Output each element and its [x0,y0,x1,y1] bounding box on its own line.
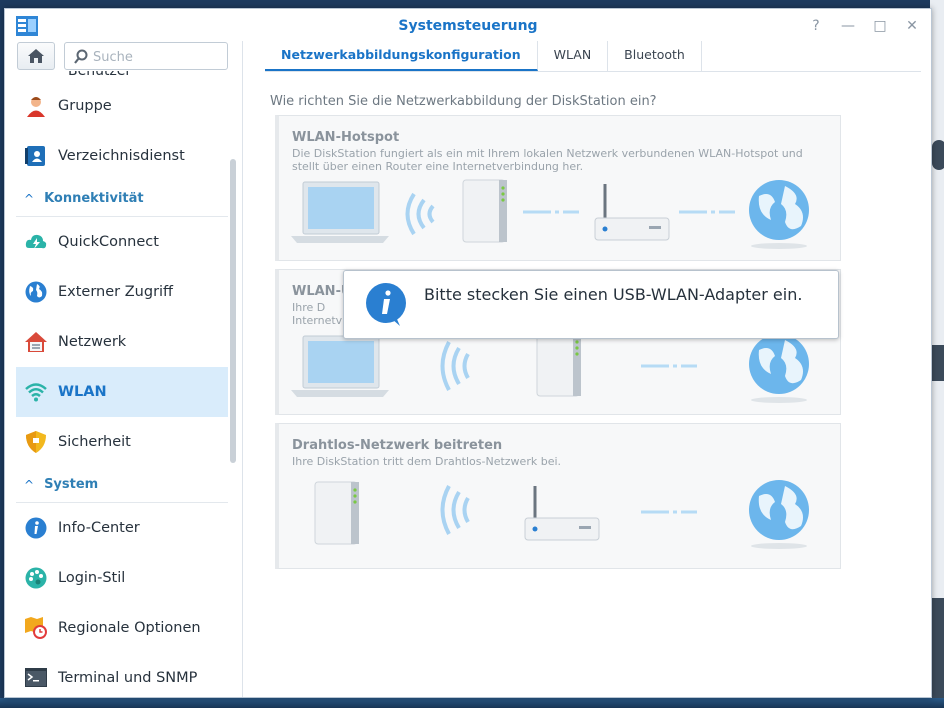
taskbar [0,698,944,708]
laptop-illustration [291,335,389,397]
sidebar-item-label: Regionale Optionen [58,620,201,636]
diskstation-illustration [536,333,581,397]
sidebar-item-directory[interactable]: Verzeichnisdienst [16,131,228,181]
option-card-join-wireless[interactable]: Drahtlos-Netzwerk beitreten Ihre DiskSta… [275,423,841,569]
sidebar-item-terminal-snmp[interactable]: Terminal und SNMP [16,653,228,697]
sidebar-item-info-center[interactable]: Info-Center [16,503,228,553]
section-header-connectivity[interactable]: ^ Konnektivität [16,181,228,217]
sidebar-item-label: Netzwerk [58,334,127,350]
sidebar-item-regional-options[interactable]: Regionale Optionen [16,603,228,653]
card-title: Drahtlos-Netzwerk beitreten [292,438,503,453]
search-icon [74,49,88,64]
sidebar-item-label: Info-Center [58,520,140,536]
sidebar-item-user-partial[interactable]: Benutzer [16,71,228,81]
sidebar-item-network[interactable]: Netzwerk [16,317,228,367]
sidebar-item-security[interactable]: Sicherheit [16,417,228,467]
wifi-waves [440,485,470,535]
sidebar-item-label: Login-Stil [58,570,126,586]
sidebar-item-label: WLAN [58,384,107,400]
globe-icon [24,280,48,304]
sidebar-item-quickconnect[interactable]: QuickConnect [16,217,228,267]
directory-icon [24,144,48,168]
search-input[interactable] [93,47,221,67]
sidebar-item-label: Verzeichnisdienst [58,148,185,164]
sidebar-item-group[interactable]: Gruppe [16,81,228,131]
minimize-button[interactable]: — [837,15,859,37]
tooltip-text: Bitte stecken Sie einen USB-WLAN-Adapter… [424,285,803,304]
usb-adapter-tooltip: Bitte stecken Sie einen USB-WLAN-Adapter… [343,270,839,339]
wifi-waves [440,341,470,391]
sidebar-item-label: Sicherheit [58,434,131,450]
shield-icon [24,430,48,454]
sidebar-item-label: QuickConnect [58,234,159,250]
sidebar-item-external-access[interactable]: Externer Zugriff [16,267,228,317]
tab-bar: Netzwerkabbildungskonfiguration WLAN Blu… [265,41,702,71]
card-description: Die DiskStation fungiert als ein mit Ihr… [292,147,803,173]
sidebar-item-label: Gruppe [58,98,112,114]
card-title: WLAN-Hotspot [292,130,400,145]
home-button[interactable] [17,42,55,70]
tab-network-mapping[interactable]: Netzwerkabbildungskonfiguration [265,41,538,71]
desktop-background [930,0,944,708]
globe-illustration [749,480,809,549]
router-illustration [524,486,600,541]
sidebar: Benutzer Gruppe Verzeichnisdienst ^ Konn… [5,41,243,697]
network-house-icon [24,330,48,354]
palette-icon [24,566,48,590]
globe-illustration [749,334,809,403]
laptop-illustration [291,181,389,243]
tab-divider [265,71,921,72]
card-description: Ihre DiskStation tritt dem Drahtlos-Netz… [292,455,562,468]
chevron-up-icon: ^ [24,477,35,492]
quickconnect-icon [24,230,48,254]
sidebar-item-login-style[interactable]: Login-Stil [16,553,228,603]
control-panel-window: Systemsteuerung ? — □ ✕ Benutzer [4,8,932,698]
sidebar-item-label: Externer Zugriff [58,284,174,300]
group-icon [24,94,48,118]
window-title: Systemsteuerung [398,18,538,34]
terminal-icon [24,666,48,690]
search-box [64,42,228,70]
home-icon [28,49,44,63]
chevron-up-icon: ^ [24,191,35,206]
info-icon [24,516,48,540]
wifi-icon [24,380,48,404]
section-header-system[interactable]: ^ System [16,467,228,503]
maximize-button[interactable]: □ [869,15,891,37]
title-bar: Systemsteuerung ? — □ ✕ [5,9,931,41]
router-illustration [594,184,670,241]
help-button[interactable]: ? [805,15,827,37]
sidebar-scrollbar[interactable] [230,159,236,463]
close-button[interactable]: ✕ [901,15,923,37]
clock-map-icon [24,616,48,640]
tab-wlan[interactable]: WLAN [538,41,609,71]
globe-illustration [749,180,809,249]
tab-bluetooth[interactable]: Bluetooth [608,41,702,71]
main-panel: Netzwerkabbildungskonfiguration WLAN Blu… [245,41,931,697]
page-question: Wie richten Sie die Netzwerkabbildung de… [270,94,657,109]
diskstation-illustration [314,481,359,545]
wifi-waves [405,192,435,236]
option-card-wlan-hotspot[interactable]: WLAN-Hotspot Die DiskStation fungiert al… [275,115,841,261]
sidebar-item-wlan[interactable]: WLAN [16,367,228,417]
info-bubble-icon [366,283,406,326]
diskstation-illustration [462,179,507,243]
sidebar-item-label: Terminal und SNMP [58,670,198,686]
